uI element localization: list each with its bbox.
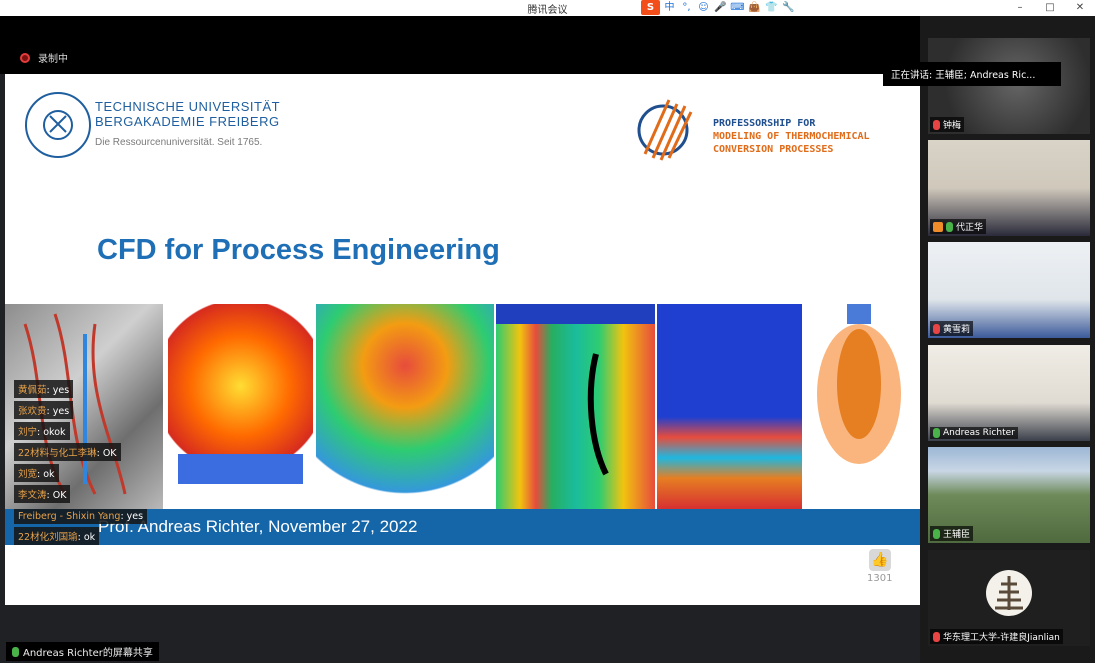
university-tagline: Die Ressourcenuniversität. Seit 1765. — [95, 137, 263, 148]
university-line1: TECHNISCHE UNIVERSITÄT — [95, 99, 281, 114]
microphone-muted-icon — [933, 631, 940, 642]
participant-label: 王辅臣 — [930, 526, 974, 541]
participant-tile[interactable]: Andreas Richter — [928, 345, 1090, 441]
ime-voice-icon[interactable]: 🎤 — [713, 0, 728, 15]
ime-keyboard-icon[interactable]: ⌨ — [730, 0, 745, 15]
participant-label: 黄雪莉 — [930, 321, 974, 336]
slide-title: CFD for Process Engineering — [97, 234, 500, 266]
title-bar: 腾讯会议 S 中 °, ☺ 🎤 ⌨ 👜 👕 🔧 – □ ✕ — [0, 0, 1095, 16]
thumbs-up-icon[interactable]: 👍 — [868, 549, 891, 571]
ime-punct-icon[interactable]: °, — [679, 0, 694, 15]
participant-label: Andreas Richter — [930, 427, 1018, 439]
participant-tile[interactable]: 华东理工大学-许建良Jianlian — [928, 550, 1090, 646]
professorship-line2: MODELING OF THERMOCHEMICAL — [713, 131, 870, 142]
chat-bubbles: 黄佩茹: yes 张欢贵: yes 刘宁: okok 22材料与化工李琳: OK… — [14, 378, 154, 546]
screen-share-text: Andreas Richter的屏幕共享 — [23, 648, 153, 659]
tu-freiberg-seal-icon — [25, 92, 91, 158]
chat-message: 刘宁: okok — [14, 422, 70, 440]
particle-simulation-image — [316, 304, 494, 509]
professorship-line1: PROFESSORSHIP FOR — [713, 118, 816, 129]
participant-tile[interactable]: 钟梅 — [928, 38, 1090, 134]
microphone-icon — [933, 528, 940, 539]
chat-message: 22材料与化工李琳: OK — [14, 443, 121, 461]
participant-tile[interactable]: 代正华 — [928, 140, 1090, 236]
university-line2: BERGAKADEMIE FREIBERG — [95, 114, 280, 129]
professorship-name: PROFESSORSHIP FOR MODELING OF THERMOCHEM… — [713, 117, 870, 156]
maximize-button[interactable]: □ — [1043, 0, 1057, 15]
pagoda-avatar — [986, 570, 1032, 616]
participant-label: 钟梅 — [930, 117, 965, 132]
ime-emoji-icon[interactable]: ☺ — [696, 0, 711, 15]
contour-simulation-image — [496, 304, 655, 509]
window-title: 腾讯会议 — [527, 5, 568, 16]
chat-message: 李文涛: OK — [14, 485, 71, 503]
participant-label: 华东理工大学-许建良Jianlian — [930, 629, 1063, 644]
record-dot-icon — [20, 52, 30, 63]
bottom-bar: Andreas Richter的屏幕共享 — [0, 605, 920, 663]
participant-panel[interactable]: 钟梅 代正华 黄雪莉 Andreas Richter 王辅臣 华东理工大学-许建… — [920, 16, 1095, 663]
close-button[interactable]: ✕ — [1073, 0, 1087, 15]
chat-message: Freiberg - Shixin Yang: yes — [14, 509, 148, 524]
speaking-indicator: 正在讲话: 王辅臣; Andreas Ric... — [883, 62, 1061, 86]
ime-mode-icon[interactable]: 中 — [662, 0, 677, 15]
chat-message: 刘宽: ok — [14, 464, 59, 482]
ime-settings-icon[interactable]: 🔧 — [781, 0, 796, 15]
microphone-icon — [933, 428, 940, 438]
screen-share-label: Andreas Richter的屏幕共享 — [6, 642, 159, 661]
temperature-field-image — [657, 304, 802, 509]
minimize-button[interactable]: – — [1013, 0, 1027, 15]
recording-bar: 录制中 — [0, 16, 920, 74]
ime-toolbox-icon[interactable]: 👜 — [747, 0, 762, 15]
microphone-muted-icon — [933, 323, 940, 334]
sogou-logo-icon[interactable]: S — [641, 0, 660, 15]
vortex-simulation-image — [168, 304, 313, 509]
ime-skin-icon[interactable]: 👕 — [764, 0, 779, 15]
microphone-muted-icon — [933, 119, 940, 130]
participant-label: 代正华 — [930, 219, 987, 234]
participant-tile[interactable]: 王辅臣 — [928, 447, 1090, 543]
microphone-icon — [12, 646, 19, 657]
ime-toolbar[interactable]: S 中 °, ☺ 🎤 ⌨ 👜 👕 🔧 — [641, 0, 796, 15]
recording-indicator[interactable]: 录制中 — [20, 50, 68, 65]
recording-label: 录制中 — [38, 54, 68, 65]
chat-message: 张欢贵: yes — [14, 401, 74, 419]
university-name: TECHNISCHE UNIVERSITÄT BERGAKADEMIE FREI… — [95, 99, 280, 148]
chat-message: 黄佩茹: yes — [14, 380, 74, 398]
chat-message: 22材化刘国瑜: ok — [14, 527, 100, 545]
like-count: 1301 — [867, 573, 893, 584]
user-icon — [933, 221, 943, 232]
meeting-window: 腾讯会议 S 中 °, ☺ 🎤 ⌨ 👜 👕 🔧 – □ ✕ 录制中 TECHNI… — [0, 0, 1095, 663]
microphone-icon — [946, 221, 953, 232]
participant-tile[interactable]: 黄雪莉 — [928, 242, 1090, 338]
professorship-logo-icon — [637, 99, 693, 161]
like-button[interactable]: 👍 1301 — [867, 549, 892, 584]
spray-flame-image — [805, 304, 920, 509]
professorship-line3: CONVERSION PROCESSES — [713, 144, 834, 155]
